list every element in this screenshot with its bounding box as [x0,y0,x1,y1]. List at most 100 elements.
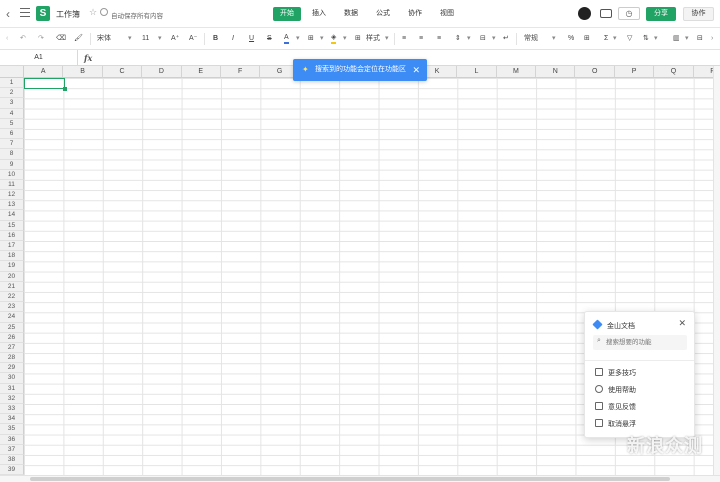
row-header[interactable]: 16 [0,230,24,241]
row-header[interactable]: 26 [0,332,24,343]
align-center-icon[interactable]: ≡ [419,34,423,44]
active-cell[interactable] [24,78,67,91]
row-header[interactable]: 32 [0,393,24,404]
chevron-down-icon[interactable]: ▾ [467,34,471,44]
chevron-down-icon[interactable]: ▾ [320,34,324,44]
strikethrough-button[interactable]: S [267,34,272,44]
fill-color-icon[interactable]: ◈ [331,34,337,44]
row-header[interactable]: 13 [0,200,24,211]
share-button[interactable]: 分享 [646,7,676,21]
chevron-down-icon[interactable]: ▾ [552,34,556,44]
chevron-down-icon[interactable]: ▾ [385,34,389,44]
horizontal-scrollbar[interactable] [0,475,720,482]
sum-icon[interactable]: Σ [604,34,608,44]
row-header[interactable]: 10 [0,169,24,180]
font-size-select[interactable]: 11 [142,34,149,44]
column-header[interactable]: D [142,66,182,78]
row-header[interactable]: 25 [0,322,24,333]
number-format-select[interactable]: 常规 [524,34,538,44]
vertical-align-icon[interactable]: ⇕ [455,34,461,44]
help-item[interactable]: 使用帮助 [595,385,636,397]
row-header[interactable]: 28 [0,353,24,364]
column-header[interactable]: P [614,66,655,78]
row-header[interactable]: 20 [0,271,24,282]
underline-button[interactable]: U [249,34,254,44]
chart-icon[interactable]: ▥ [673,34,680,44]
row-header[interactable]: 19 [0,261,24,272]
percent-icon[interactable]: % [568,34,574,44]
tab-data[interactable]: 数据 [337,7,365,21]
scrollbar-thumb[interactable] [30,477,670,481]
column-header[interactable]: F [220,66,261,78]
row-header[interactable]: 33 [0,404,24,415]
row-header[interactable]: 24 [0,312,24,323]
row-header[interactable]: 14 [0,210,24,221]
shrink-font-button[interactable]: A⁻ [189,34,197,44]
row-header[interactable]: 29 [0,363,24,374]
column-header[interactable]: C [102,66,143,78]
chevron-down-icon[interactable]: ▾ [685,34,689,44]
help-search-input[interactable] [593,335,687,350]
format-painter-icon[interactable]: 🖌 [74,34,83,44]
font-color-icon[interactable]: A [284,34,289,44]
row-header[interactable]: 5 [0,118,24,129]
close-icon[interactable]: ✕ [412,59,420,81]
row-header[interactable]: 8 [0,149,24,160]
name-box[interactable]: A1 [0,50,78,66]
close-icon[interactable]: ✕ [678,318,686,329]
tab-collab[interactable]: 协作 [401,7,429,21]
column-header[interactable]: L [457,66,497,78]
row-header[interactable]: 22 [0,291,24,303]
row-header[interactable]: 4 [0,108,24,119]
chevron-down-icon[interactable]: ▾ [343,34,347,44]
row-header[interactable]: 7 [0,139,24,150]
fx-icon[interactable]: fx [84,53,92,63]
chevron-down-icon[interactable]: ▾ [158,34,162,44]
row-col-icon[interactable]: ⊞ [584,34,590,44]
feedback-item[interactable]: 意见反馈 [595,402,636,414]
row-header[interactable]: 36 [0,434,24,445]
grow-font-button[interactable]: A⁺ [171,34,179,44]
select-all-corner[interactable] [0,66,24,78]
row-header[interactable]: 37 [0,444,24,455]
row-header[interactable]: 31 [0,383,24,394]
menu-icon[interactable] [20,8,30,18]
row-header[interactable]: 39 [0,465,24,475]
border-icon[interactable]: ⊞ [308,34,314,44]
row-header[interactable]: 3 [0,98,24,109]
row-header[interactable]: 1 [0,78,24,89]
row-header[interactable]: 34 [0,414,24,425]
document-title[interactable]: 工作簿 [56,9,80,20]
column-header[interactable]: B [63,66,103,78]
row-header[interactable]: 6 [0,128,24,140]
history-icon[interactable]: ◷ [618,7,640,20]
column-header[interactable]: M [496,66,537,78]
row-header[interactable]: 2 [0,88,24,99]
camera-icon[interactable] [600,9,612,18]
more-icon[interactable]: › [711,34,713,44]
row-header[interactable]: 35 [0,424,24,435]
bold-button[interactable]: B [213,34,218,44]
row-header[interactable]: 18 [0,251,24,262]
row-header[interactable]: 9 [0,159,24,170]
avatar[interactable] [578,7,591,20]
tab-formula[interactable]: 公式 [369,7,397,21]
back-icon[interactable]: ‹ [6,7,18,21]
tab-view[interactable]: 视图 [433,7,461,21]
vertical-scrollbar[interactable] [713,66,720,475]
tab-home[interactable]: 开始 [273,7,301,21]
column-header[interactable]: E [181,66,221,78]
row-header[interactable]: 38 [0,454,24,466]
column-header[interactable]: Q [654,66,694,78]
chevron-down-icon[interactable]: ▾ [613,34,617,44]
undo-icon[interactable]: ↶ [20,34,26,44]
row-header[interactable]: 23 [0,302,24,313]
row-header[interactable]: 30 [0,373,24,384]
row-header[interactable]: 12 [0,190,24,201]
merge-cells-icon[interactable]: ⊟ [480,34,486,44]
column-header[interactable]: O [575,66,615,78]
prev-icon[interactable]: ‹ [6,34,8,44]
row-header[interactable]: 11 [0,179,24,191]
row-header[interactable]: 21 [0,281,24,292]
font-family-select[interactable]: 宋体 [97,34,111,44]
